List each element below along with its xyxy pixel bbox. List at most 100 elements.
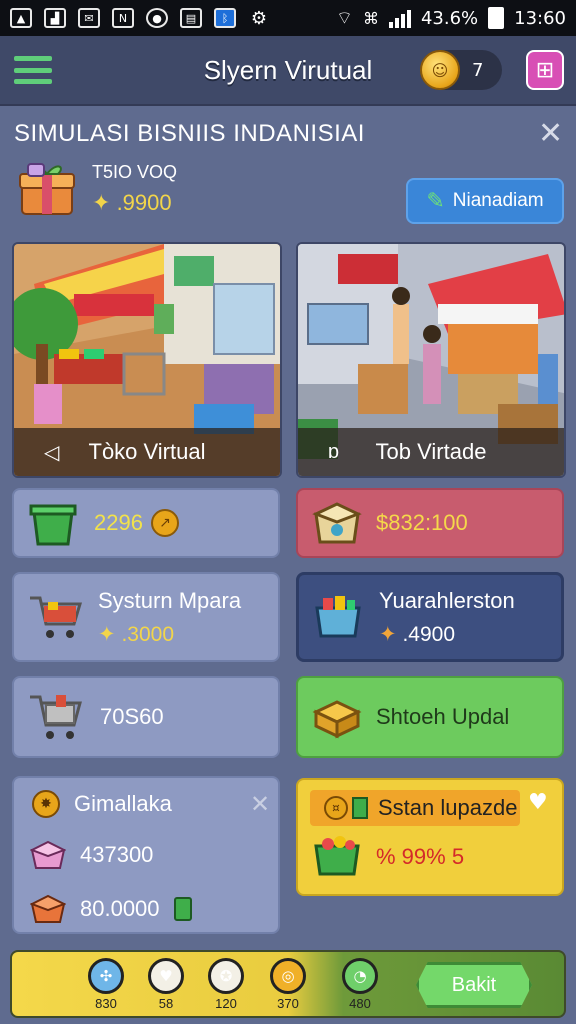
shop-price: ✦ .9900 — [92, 190, 172, 216]
bottom-nav: ✣ 830 ♥ 58 ✪ 120 ◎ 370 ◔ 480 Bakit — [10, 950, 566, 1018]
shop-summary: T5IO VOQ ✦ .9900 ✎ Nianadiam — [18, 160, 564, 226]
gift-icon: ⊞ — [535, 57, 555, 83]
store-label: ◁ Tòko Virtual — [14, 428, 280, 476]
upgrade-value: % 99% 5 — [376, 844, 465, 869]
wifi-icon: ⌔ — [336, 7, 353, 29]
doc-icon: ▤ — [180, 8, 202, 28]
card-summary: ✸ Gimallaka ✕ 437300 80.0000 — [12, 776, 280, 934]
coin-icon: ◎ — [270, 958, 306, 994]
upgrade-header: ¤ Sstan lupazde — [310, 790, 520, 826]
store-label: ɒ Tob Virtade — [298, 428, 564, 476]
chart-icon: ▟ — [44, 8, 66, 28]
stock-title: Shtoeh Updal — [376, 704, 510, 729]
bluetooth-icon: ᛒ — [214, 8, 236, 28]
battery-icon — [488, 7, 505, 29]
orange-box-icon — [30, 894, 66, 923]
edit-icon: ✎ — [426, 188, 445, 213]
clock-icon: ◔ — [342, 958, 378, 994]
manage-button[interactable]: ✎ Nianadiam — [406, 178, 564, 224]
system-price-value: .3000 — [121, 622, 175, 646]
coin-icon: ↗ — [150, 509, 179, 537]
card-box-money[interactable]: $832:100 — [296, 488, 564, 558]
status-bar: ▲ ▟ ✉ N ● ▤ ᛒ ⚙ ⌔ ⌘ 43.6% 13:60 — [0, 0, 576, 36]
gift-button[interactable]: ⊞ — [526, 50, 564, 90]
produce-crate-icon — [314, 836, 360, 876]
tag-icon — [352, 797, 368, 819]
nav-item-coin[interactable]: ◎ 370 — [258, 958, 318, 1016]
close-icon[interactable]: ✕ — [250, 790, 270, 818]
system-price: ✦ .3000 — [98, 622, 241, 647]
star-icon: ✦ — [92, 190, 111, 215]
nav-item-heart[interactable]: ♥ 58 — [136, 958, 196, 1016]
store-tile-virtade[interactable]: ɒ Tob Virtade — [296, 242, 566, 478]
manage-label: Nianadiam — [452, 190, 544, 211]
system-title: Systurn Mpara — [98, 587, 242, 613]
warehouse-price-value: .4900 — [402, 622, 456, 646]
gear-icon: ⚙ — [250, 7, 268, 29]
star-icon: ✦ — [379, 622, 397, 646]
back-arrow-icon: ◁ — [44, 441, 60, 464]
coin-count: 7 — [472, 59, 484, 81]
store-tile-virtual[interactable]: ◁ Tòko Virtual — [12, 242, 282, 478]
nav-value: 480 — [349, 996, 371, 1011]
coin-counter[interactable]: ☺ 7 — [420, 50, 502, 90]
upgrade-title: Sstan lupazde — [378, 795, 518, 820]
shopping-cart-icon — [30, 596, 83, 638]
nav-value: 370 — [277, 996, 299, 1011]
summary-title: Gimallaka — [74, 791, 172, 816]
coin-icon: ¤ — [324, 796, 348, 820]
card-system[interactable]: Systurn Mpara ✦ .3000 — [12, 572, 280, 662]
cart-value: 70S60 — [100, 704, 164, 729]
heart-icon[interactable]: ♥ — [528, 790, 548, 815]
card-stock-update[interactable]: Shtoeh Updal — [296, 676, 564, 758]
bin-value: 2296 — [94, 510, 143, 535]
nav-value: 58 — [158, 996, 174, 1011]
warehouse-price: ✦ .4900 — [379, 622, 515, 647]
gold-stack-icon — [312, 700, 362, 739]
vibrate-icon: ⌘ — [362, 8, 379, 28]
battery-percent: 43.6% — [420, 7, 479, 29]
image-icon: ▲ — [10, 8, 32, 28]
green-bin-icon — [29, 504, 77, 546]
gift-box-icon — [19, 163, 75, 215]
shop-name: T5IO VOQ — [92, 162, 178, 182]
card-warehouse[interactable]: Yuarahlerston ✦ .4900 — [296, 572, 564, 662]
trash-icon: ɒ — [328, 440, 340, 463]
card-bin-stat[interactable]: 2296 ↗ — [12, 488, 280, 558]
nav-item-butterfly[interactable]: ✣ 830 — [76, 958, 136, 1016]
pink-box-icon — [30, 840, 66, 869]
menu-icon[interactable] — [14, 56, 52, 84]
page-title: SIMULASI BISNIIS INDANISIAI — [14, 120, 365, 147]
store-name: Tob Virtade — [375, 439, 487, 464]
mail-icon: ✉ — [78, 8, 100, 28]
coin-icon: ☺ — [420, 50, 460, 90]
butterfly-icon: ✣ — [88, 958, 124, 994]
money-value: $832:100 — [376, 510, 468, 535]
crate-icon — [315, 596, 361, 638]
green-tag-icon — [173, 897, 192, 921]
cash-box-icon — [312, 502, 362, 544]
signal-icon — [388, 8, 411, 28]
summary-value-1: 437300 — [80, 842, 154, 867]
nav-value: 830 — [95, 996, 117, 1011]
nav-value: 120 — [215, 996, 237, 1011]
shopping-cart-icon — [30, 695, 82, 739]
star-icon: ✦ — [98, 622, 116, 646]
card-cart-value[interactable]: 70S60 — [12, 676, 280, 758]
store-name: Tòko Virtual — [88, 439, 206, 464]
nav-item-ribbon[interactable]: ✪ 120 — [196, 958, 256, 1016]
start-button[interactable]: Bakit — [416, 962, 532, 1008]
warehouse-title: Yuarahlerston — [379, 587, 515, 613]
app-bar: Slyern Virutual ☺ 7 ⊞ — [0, 36, 576, 106]
close-icon[interactable]: ✕ — [538, 116, 563, 151]
flag-icon: ● — [146, 8, 168, 28]
star-badge-icon: ✸ — [32, 790, 60, 818]
summary-value-2: 80.0000 — [80, 896, 160, 921]
n-icon: N — [112, 8, 134, 28]
shop-price-value: .9900 — [116, 190, 172, 215]
clock-time: 13:60 — [514, 7, 566, 29]
ribbon-icon: ✪ — [208, 958, 244, 994]
nav-item-clock[interactable]: ◔ 480 — [330, 958, 390, 1016]
heart-icon: ♥ — [148, 958, 184, 994]
card-upgrade[interactable]: ¤ Sstan lupazde ♥ % 99% 5 — [296, 778, 564, 896]
